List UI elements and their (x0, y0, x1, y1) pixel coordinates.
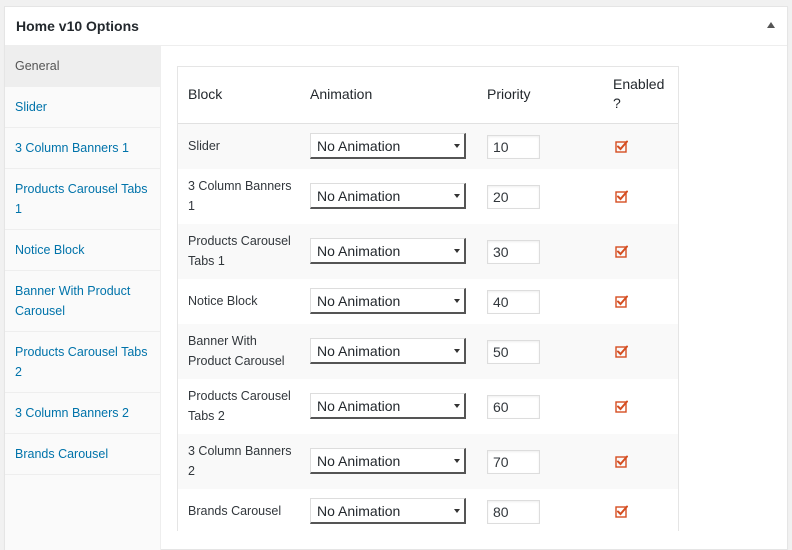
chevron-down-icon (454, 299, 460, 303)
table-row: Notice Block No Animation 40 (178, 279, 678, 324)
row-block-label: Products Carousel Tabs 2 (188, 389, 291, 423)
chevron-down-icon (454, 404, 460, 408)
sidebar-item-products-carousel-tabs-1[interactable]: Products Carousel Tabs 1 (5, 169, 160, 230)
animation-select-value: No Animation (317, 138, 401, 154)
options-panel: Home v10 Options General Slider 3 Column… (4, 6, 788, 550)
sidebar-item-label: Products Carousel Tabs 2 (15, 345, 148, 379)
animation-select[interactable]: No Animation (310, 498, 466, 524)
table-header: Block Animation Priority Enabled ? (178, 67, 678, 124)
checked-checkbox-icon[interactable] (615, 455, 628, 468)
table-row: Products Carousel Tabs 2 No Animation 60 (178, 379, 678, 434)
priority-input[interactable]: 40 (487, 290, 540, 314)
chevron-down-icon (454, 194, 460, 198)
sidebar-item-label: 3 Column Banners 1 (15, 141, 129, 155)
animation-select[interactable]: No Animation (310, 338, 466, 364)
chevron-down-icon (454, 249, 460, 253)
animation-select-value: No Animation (317, 293, 401, 309)
sidebar-item-banner-with-product-carousel[interactable]: Banner With Product Carousel (5, 271, 160, 332)
sidebar-item-products-carousel-tabs-2[interactable]: Products Carousel Tabs 2 (5, 332, 160, 393)
row-block-label: Banner With Product Carousel (188, 334, 285, 368)
row-block-label: 3 Column Banners 1 (188, 179, 292, 213)
chevron-down-icon (454, 349, 460, 353)
checked-checkbox-icon[interactable] (615, 400, 628, 413)
checked-checkbox-icon[interactable] (615, 345, 628, 358)
chevron-down-icon (454, 144, 460, 148)
checked-checkbox-icon[interactable] (615, 140, 628, 153)
table-body: Slider No Animation 10 3 Column Banners 1 No… (178, 124, 678, 534)
blocks-table: Block Animation Priority Enabled ? Slide… (177, 66, 679, 534)
priority-input[interactable]: 20 (487, 185, 540, 209)
animation-select[interactable]: No Animation (310, 238, 466, 264)
sidebar-item-label: General (15, 59, 60, 73)
sidebar-item-3-column-banners-1[interactable]: 3 Column Banners 1 (5, 128, 160, 169)
animation-select-value: No Animation (317, 398, 401, 414)
sidebar-item-label: Slider (15, 100, 47, 114)
sidebar-item-notice-block[interactable]: Notice Block (5, 230, 160, 271)
animation-select-value: No Animation (317, 503, 401, 519)
animation-select[interactable]: No Animation (310, 448, 466, 474)
table-row: 3 Column Banners 2 No Animation 70 (178, 434, 678, 489)
sidebar-item-slider[interactable]: Slider (5, 87, 160, 128)
row-block-label: Notice Block (188, 294, 258, 308)
animation-select-value: No Animation (317, 243, 401, 259)
arrow-up-icon[interactable] (767, 22, 775, 28)
priority-input[interactable]: 10 (487, 135, 540, 159)
animation-select-value: No Animation (317, 453, 401, 469)
table-row: 3 Column Banners 1 No Animation 20 (178, 169, 678, 224)
priority-input[interactable]: 80 (487, 500, 540, 524)
sidebar-item-label: Brands Carousel (15, 447, 109, 461)
animation-select[interactable]: No Animation (310, 288, 466, 314)
sidebar-item-label: Products Carousel Tabs 1 (15, 182, 148, 216)
sidebar-item-3-column-banners-2[interactable]: 3 Column Banners 2 (5, 393, 160, 434)
animation-select[interactable]: No Animation (310, 133, 466, 159)
panel-header[interactable]: Home v10 Options (5, 7, 787, 46)
row-block-label: Slider (188, 139, 220, 153)
priority-input[interactable]: 60 (487, 395, 540, 419)
animation-select-value: No Animation (317, 343, 401, 359)
checked-checkbox-icon[interactable] (615, 505, 628, 518)
column-header-enabled: Enabled ? (613, 76, 665, 111)
row-block-label: Brands Carousel (188, 504, 282, 518)
sidebar: General Slider 3 Column Banners 1 Produc… (5, 46, 161, 550)
table-row: Brands Carousel No Animation 80 (178, 489, 678, 534)
priority-input[interactable]: 30 (487, 240, 540, 264)
sidebar-item-brands-carousel[interactable]: Brands Carousel (5, 434, 160, 475)
checked-checkbox-icon[interactable] (615, 245, 628, 258)
table-row: Products Carousel Tabs 1 No Animation 30 (178, 224, 678, 279)
sidebar-item-label: 3 Column Banners 2 (15, 406, 129, 420)
sidebar-item-general[interactable]: General (5, 46, 160, 87)
animation-select-value: No Animation (317, 188, 401, 204)
table-row: Slider No Animation 10 (178, 124, 678, 169)
priority-input[interactable]: 70 (487, 450, 540, 474)
checked-checkbox-icon[interactable] (615, 295, 628, 308)
column-header-block: Block (188, 86, 223, 102)
sidebar-item-label: Banner With Product Carousel (15, 284, 131, 318)
column-header-animation: Animation (310, 86, 373, 102)
sidebar-item-label: Notice Block (15, 243, 85, 257)
animation-select[interactable]: No Animation (310, 183, 466, 209)
chevron-down-icon (454, 509, 460, 513)
animation-select[interactable]: No Animation (310, 393, 466, 419)
chevron-down-icon (454, 459, 460, 463)
table-row: Banner With Product Carousel No Animation… (178, 324, 678, 379)
row-block-label: Products Carousel Tabs 1 (188, 234, 291, 268)
column-header-priority: Priority (487, 86, 531, 102)
checked-checkbox-icon[interactable] (615, 190, 628, 203)
row-block-label: 3 Column Banners 2 (188, 444, 292, 478)
panel-title: Home v10 Options (16, 18, 139, 34)
priority-input[interactable]: 50 (487, 340, 540, 364)
